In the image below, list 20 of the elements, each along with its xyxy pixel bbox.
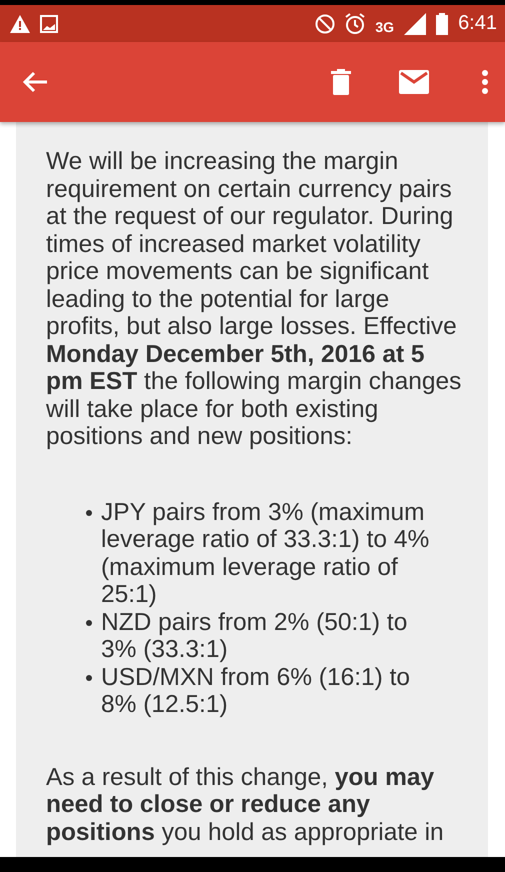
network-type: 3G bbox=[375, 18, 394, 34]
bullet-text: JPY pairs from 3% (maximum leverage ratio of 33.3:1) to 4% (maximum leverage ratio of 25:1) bbox=[101, 498, 430, 608]
bullet-icon bbox=[86, 510, 92, 516]
more-icon bbox=[481, 69, 489, 95]
message-paragraph: As a result of this change, you may need to close or reduce any positions you hold as appropriate in bbox=[46, 764, 445, 846]
clock-time: 6:41 bbox=[458, 12, 497, 35]
mail-icon bbox=[399, 70, 429, 94]
alarm-icon bbox=[345, 12, 366, 34]
bullet-text: NZD pairs from 2% (50:1) to 3% (33.3:1) bbox=[101, 608, 408, 664]
image-icon bbox=[40, 14, 58, 32]
warning-icon bbox=[10, 14, 30, 32]
bullet-icon bbox=[86, 674, 92, 680]
signal-icon bbox=[404, 12, 426, 34]
battery-icon bbox=[436, 12, 448, 34]
do-not-disturb-icon bbox=[315, 14, 336, 34]
bullet-text: USD/MXN from 6% (16:1) to 8% (12.5:1) bbox=[101, 664, 412, 718]
message-paragraph: We will be increasing the margin requirement on certain currency pairs at the request of our regulator. During times of increased market volatility price movements can be significant leading to the potential for large profits, but also large losses. Effective Monday December 5th, 2016 at 5 pm EST the following margin changes will take place for both existing positions and new positions: bbox=[46, 148, 462, 450]
delete-icon bbox=[331, 69, 351, 95]
back-icon bbox=[22, 71, 48, 93]
bullet-icon bbox=[86, 620, 92, 626]
